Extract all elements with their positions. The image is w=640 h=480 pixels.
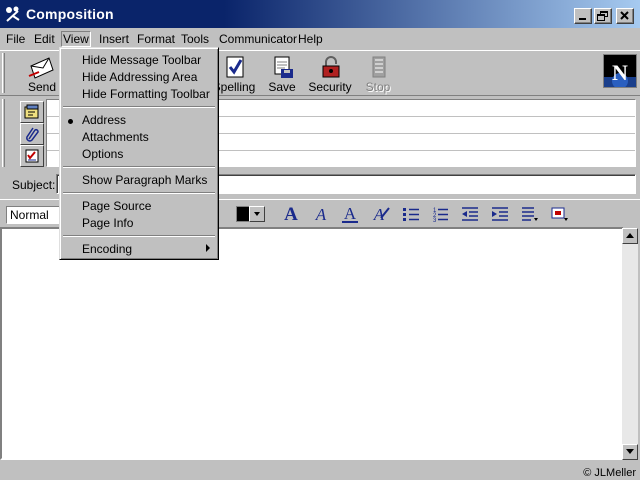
close-button[interactable]	[616, 8, 634, 24]
subject-label: Subject:	[12, 178, 56, 192]
menuitem-show-paragraph-marks[interactable]: Show Paragraph Marks	[82, 173, 207, 187]
menu-separator	[63, 235, 215, 237]
menuitem-hide-addressing-area[interactable]: Hide Addressing Area	[82, 70, 197, 84]
security-label: Security	[308, 80, 352, 94]
menu-communicator[interactable]: Communicator	[217, 32, 299, 46]
save-disk-icon	[274, 56, 293, 78]
text-color-dropdown[interactable]	[249, 206, 265, 222]
paperclip-icon	[26, 127, 39, 142]
scroll-down-button[interactable]	[622, 444, 638, 460]
address-tab[interactable]	[20, 101, 44, 123]
menu-bar: File Edit View Insert Format Tools Commu…	[0, 30, 640, 48]
options-checklist-icon	[25, 149, 39, 163]
svg-text:A: A	[315, 205, 327, 224]
security-button[interactable]: Security	[306, 53, 354, 95]
scroll-up-button[interactable]	[622, 228, 638, 244]
menuitem-page-info[interactable]: Page Info	[82, 216, 133, 230]
save-label: Save	[268, 80, 296, 94]
menu-view[interactable]: View	[61, 31, 91, 47]
menuitem-options[interactable]: Options	[82, 147, 123, 161]
address-card-icon	[24, 104, 39, 119]
menuitem-page-source[interactable]: Page Source	[82, 199, 151, 213]
numbered-list-icon[interactable]: 123	[429, 204, 451, 224]
save-button[interactable]: Save	[258, 53, 306, 95]
netscape-quill-icon[interactable]	[4, 5, 22, 23]
message-body-editor[interactable]	[0, 227, 624, 460]
menu-separator	[63, 166, 215, 168]
close-icon	[620, 11, 629, 20]
window-title: Composition	[26, 6, 114, 22]
increase-indent-icon[interactable]	[489, 204, 511, 224]
toolbar-grip[interactable]	[2, 53, 5, 93]
bullet-list-icon[interactable]	[400, 204, 422, 224]
svg-text:A: A	[284, 204, 298, 224]
copyright-text: © JLMeller	[583, 467, 636, 479]
arrow-down-icon	[626, 449, 634, 454]
netscape-logo[interactable]: N	[603, 54, 637, 89]
address-grip[interactable]	[2, 99, 5, 167]
title-bar[interactable]: Composition	[0, 0, 640, 28]
stop-icon	[372, 56, 386, 78]
clear-styles-icon[interactable]: A	[369, 204, 391, 224]
status-bar	[0, 462, 640, 480]
menuitem-attachments[interactable]: Attachments	[82, 130, 149, 144]
menu-file[interactable]: File	[4, 32, 27, 46]
options-tab[interactable]	[20, 145, 44, 167]
svg-text:N: N	[612, 60, 628, 85]
radio-bullet-icon	[68, 119, 73, 124]
restore-icon	[597, 11, 608, 21]
alignment-icon[interactable]	[519, 204, 541, 224]
menu-separator	[63, 192, 215, 194]
stop-button: Stop	[354, 53, 402, 95]
svg-text:3: 3	[433, 218, 437, 224]
view-menu-dropdown: Hide Message Toolbar Hide Addressing Are…	[59, 47, 219, 260]
netscape-n-logo-icon: N	[604, 60, 636, 89]
italic-icon[interactable]: A	[310, 204, 332, 224]
menu-format[interactable]: Format	[135, 32, 177, 46]
decrease-indent-icon[interactable]	[459, 204, 481, 224]
font-size-increase-icon[interactable]: A	[280, 204, 302, 225]
stop-label: Stop	[365, 80, 391, 94]
text-color-swatch[interactable]	[236, 206, 250, 222]
attachments-tab[interactable]	[20, 123, 44, 145]
menuitem-encoding[interactable]: Encoding	[82, 242, 132, 256]
send-envelope-icon	[28, 57, 54, 79]
menu-tools[interactable]: Tools	[179, 32, 211, 46]
menu-edit[interactable]: Edit	[32, 32, 57, 46]
submenu-arrow-icon	[206, 244, 210, 252]
insert-object-icon[interactable]	[549, 204, 571, 224]
menuitem-hide-message-toolbar[interactable]: Hide Message Toolbar	[82, 53, 201, 67]
restore-button[interactable]	[594, 8, 612, 24]
spelling-check-icon	[226, 56, 244, 78]
menu-help[interactable]: Help	[296, 32, 325, 46]
menu-separator	[63, 106, 215, 108]
menu-insert[interactable]: Insert	[97, 32, 131, 46]
minimize-icon	[579, 18, 586, 20]
arrow-up-icon	[626, 233, 634, 238]
vertical-scrollbar[interactable]	[622, 228, 638, 460]
svg-text:A: A	[344, 204, 357, 223]
menuitem-hide-formatting-toolbar[interactable]: Hide Formatting Toolbar	[82, 87, 210, 101]
security-padlock-icon	[322, 56, 340, 78]
underline-icon[interactable]: A	[339, 204, 361, 224]
menuitem-address[interactable]: Address	[82, 113, 126, 127]
minimize-button[interactable]	[574, 8, 592, 24]
